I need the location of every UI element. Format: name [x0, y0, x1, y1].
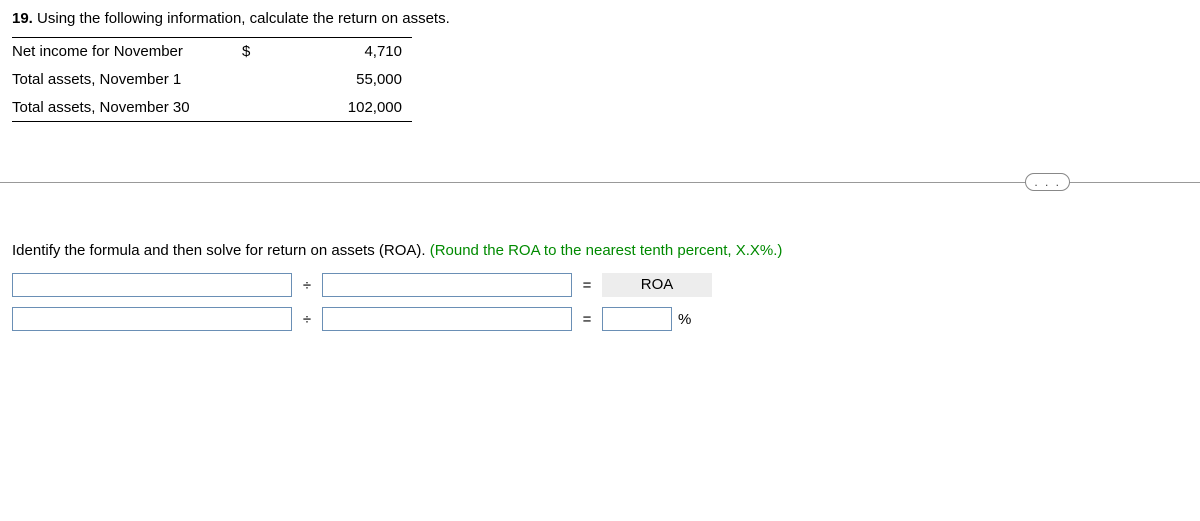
row-label: Total assets, November 30 — [12, 94, 242, 122]
separator-line — [0, 182, 1200, 183]
table-row: Total assets, November 1 55,000 — [12, 66, 412, 94]
more-button[interactable]: . . . — [1025, 173, 1070, 191]
row-value: 102,000 — [272, 94, 412, 122]
row-currency: $ — [242, 38, 272, 66]
result-input[interactable] — [602, 307, 672, 331]
table-row: Net income for November $ 4,710 — [12, 38, 412, 66]
equals-symbol: = — [572, 277, 602, 294]
instruction-text: Identify the formula and then solve for … — [12, 242, 430, 259]
row-currency — [242, 66, 272, 94]
instruction-hint: (Round the ROA to the nearest tenth perc… — [430, 242, 783, 259]
formula-term2-input[interactable] — [322, 273, 572, 297]
question-title: 19. Using the following information, cal… — [12, 10, 1188, 27]
value-term2-input[interactable] — [322, 307, 572, 331]
data-table: Net income for November $ 4,710 Total as… — [12, 37, 412, 122]
formula-grid: ÷ = ROA ÷ = % — [12, 273, 1188, 331]
question-text: Using the following information, calcula… — [37, 10, 450, 27]
equals-symbol: = — [572, 311, 602, 328]
row-label: Total assets, November 1 — [12, 66, 242, 94]
percent-label: % — [678, 311, 691, 328]
row-value: 4,710 — [272, 38, 412, 66]
separator: . . . — [0, 172, 1200, 192]
instruction: Identify the formula and then solve for … — [12, 242, 1188, 259]
formula-term1-input[interactable] — [12, 273, 292, 297]
divide-symbol: ÷ — [292, 277, 322, 294]
result-cell: % — [602, 307, 712, 331]
row-value: 55,000 — [272, 66, 412, 94]
roa-label: ROA — [602, 273, 712, 297]
question-number: 19. — [12, 10, 33, 27]
row-label: Net income for November — [12, 38, 242, 66]
row-currency — [242, 94, 272, 122]
divide-symbol: ÷ — [292, 311, 322, 328]
table-row: Total assets, November 30 102,000 — [12, 94, 412, 122]
value-term1-input[interactable] — [12, 307, 292, 331]
